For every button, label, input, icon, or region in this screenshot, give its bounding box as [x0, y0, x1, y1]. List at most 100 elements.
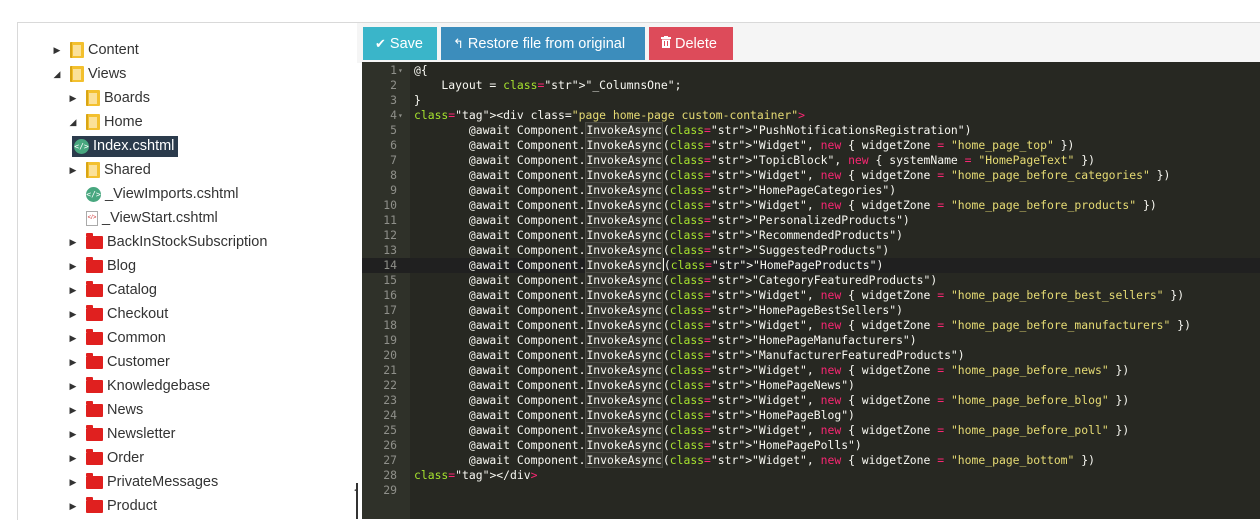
- tree-node--viewstart-cshtml[interactable]: ▶</>_ViewStart.cshtml: [68, 207, 218, 229]
- tree-node-content[interactable]: Views: [70, 66, 126, 82]
- code-line[interactable]: 15 @await Component.InvokeAsync(class="s…: [362, 272, 1260, 288]
- tree-node-content[interactable]: Blog: [86, 256, 136, 274]
- file-tree-panel: ▶ Content ◢ Views ▶ Boards ◢ Home </> Index.cshtm…: [17, 22, 358, 520]
- caret-right-icon[interactable]: ▶: [68, 255, 78, 277]
- save-button[interactable]: ✔ Save: [363, 27, 437, 60]
- code-line[interactable]: 25 @await Component.InvokeAsync(class="s…: [362, 422, 1260, 438]
- tree-node-content[interactable]: Catalog: [86, 280, 157, 298]
- tree-node-product[interactable]: ▶ Product: [68, 495, 157, 517]
- caret-right-icon[interactable]: ▶: [52, 39, 62, 61]
- tree-node-content[interactable]: PrivateMessages: [86, 472, 218, 490]
- caret-right-icon[interactable]: ▶: [68, 327, 78, 349]
- caret-right-icon[interactable]: ▶: [68, 471, 78, 493]
- tree-node-order[interactable]: ▶ Order: [68, 447, 144, 469]
- tree-node-shared[interactable]: ▶ Shared: [68, 159, 151, 181]
- tree-node-label: Checkout: [107, 306, 169, 322]
- tree-node-content[interactable]: </> _ViewStart.cshtml: [86, 210, 218, 226]
- line-number: 3: [390, 93, 397, 107]
- caret-right-icon[interactable]: ▶: [68, 279, 78, 301]
- code-line[interactable]: 5 @await Component.InvokeAsync(class="st…: [362, 122, 1260, 138]
- tree-node-content[interactable]: Checkout: [86, 304, 169, 322]
- tree-node-common[interactable]: ▶ Common: [68, 327, 166, 349]
- tree-node-content[interactable]: Order: [86, 448, 144, 466]
- tree-node-customer[interactable]: ▶ Customer: [68, 351, 170, 373]
- fold-arrow-icon[interactable]: ▾: [398, 63, 403, 78]
- tree-node-checkout[interactable]: ▶ Checkout: [68, 303, 168, 325]
- folder-icon: [70, 66, 84, 82]
- code-line[interactable]: 29: [362, 483, 1260, 498]
- code-text: @await Component.InvokeAsync(class="str"…: [414, 407, 855, 423]
- caret-right-icon[interactable]: ▶: [68, 375, 78, 397]
- code-line[interactable]: 19 @await Component.InvokeAsync(class="s…: [362, 332, 1260, 348]
- tree-node-content[interactable]: </> _ViewImports.cshtml: [86, 186, 239, 202]
- code-line[interactable]: 26 @await Component.InvokeAsync(class="s…: [362, 437, 1260, 453]
- code-line[interactable]: 16 @await Component.InvokeAsync(class="s…: [362, 287, 1260, 303]
- code-line[interactable]: 23 @await Component.InvokeAsync(class="s…: [362, 392, 1260, 408]
- caret-right-icon[interactable]: ▶: [68, 303, 78, 325]
- code-line[interactable]: 24 @await Component.InvokeAsync(class="s…: [362, 407, 1260, 423]
- selected-node[interactable]: </> Index.cshtml: [72, 135, 179, 157]
- code-line[interactable]: 21 @await Component.InvokeAsync(class="s…: [362, 362, 1260, 378]
- tree-node--viewimports-cshtml[interactable]: ▶</>_ViewImports.cshtml: [68, 183, 239, 205]
- tree-node-views[interactable]: ◢ Views: [52, 63, 126, 85]
- tree-node-content[interactable]: Content: [70, 42, 139, 58]
- caret-right-icon[interactable]: ▶: [68, 351, 78, 373]
- line-number: 25: [383, 423, 397, 437]
- code-line[interactable]: 4 ▾ class="tag"><div class="page home-page…: [362, 108, 1260, 123]
- code-line[interactable]: 3}: [362, 93, 1260, 108]
- code-line[interactable]: 18 @await Component.InvokeAsync(class="s…: [362, 317, 1260, 333]
- code-line[interactable]: 8 @await Component.InvokeAsync(class="st…: [362, 167, 1260, 183]
- caret-right-icon[interactable]: ▶: [68, 423, 78, 445]
- code-line[interactable]: 6 @await Component.InvokeAsync(class="st…: [362, 137, 1260, 153]
- code-line[interactable]: 13 @await Component.InvokeAsync(class="s…: [362, 242, 1260, 258]
- tree-node-boards[interactable]: ▶ Boards: [68, 87, 150, 109]
- tree-node-privatemessages[interactable]: ▶ PrivateMessages: [68, 471, 218, 493]
- caret-down-icon[interactable]: ◢: [68, 111, 78, 133]
- tree-node-content[interactable]: ▶ Content: [52, 39, 139, 61]
- tree-node-content[interactable]: Boards: [86, 90, 150, 106]
- tree-node-content[interactable]: Customer: [86, 352, 170, 370]
- code-line[interactable]: 11 @await Component.InvokeAsync(class="s…: [362, 212, 1260, 228]
- tree-node-content[interactable]: BackInStockSubscription: [86, 232, 267, 250]
- caret-right-icon[interactable]: ▶: [68, 495, 78, 517]
- code-editor[interactable]: 1 ▾ @{2 Layout = class="str">"_ColumnsOne"…: [362, 62, 1260, 519]
- code-text: @await Component.InvokeAsync(class="str"…: [414, 167, 1171, 183]
- code-line[interactable]: 27 @await Component.InvokeAsync(class="s…: [362, 452, 1260, 468]
- caret-right-icon[interactable]: ▶: [68, 159, 78, 181]
- tree-node-content[interactable]: Common: [86, 328, 166, 346]
- tree-node-index-cshtml[interactable]: </> Index.cshtml: [72, 135, 179, 157]
- tree-node-content[interactable]: Shared: [86, 162, 151, 178]
- code-line[interactable]: 10 @await Component.InvokeAsync(class="s…: [362, 197, 1260, 213]
- code-line[interactable]: 20 @await Component.InvokeAsync(class="s…: [362, 347, 1260, 363]
- tree-scrollbar[interactable]: [356, 483, 358, 519]
- caret-right-icon[interactable]: ▶: [68, 87, 78, 109]
- code-line[interactable]: 12 @await Component.InvokeAsync(class="s…: [362, 227, 1260, 243]
- caret-right-icon[interactable]: ▶: [68, 231, 78, 253]
- code-line[interactable]: 14 @await Component.InvokeAsync (class="s…: [362, 257, 1260, 273]
- tree-node-content[interactable]: Product: [86, 496, 157, 514]
- tree-node-catalog[interactable]: ▶ Catalog: [68, 279, 157, 301]
- caret-right-icon[interactable]: ▶: [68, 447, 78, 469]
- tree-node-content[interactable]: Knowledgebase: [86, 376, 210, 394]
- tree-node-home[interactable]: ◢ Home: [68, 111, 143, 133]
- tree-node-content[interactable]: Newsletter: [86, 424, 176, 442]
- tree-node-content[interactable]: Home: [86, 114, 143, 130]
- tree-node-blog[interactable]: ▶ Blog: [68, 255, 136, 277]
- code-line[interactable]: 9 @await Component.InvokeAsync(class="st…: [362, 182, 1260, 198]
- fold-arrow-icon[interactable]: ▾: [398, 108, 403, 123]
- code-line[interactable]: 2 Layout = class="str">"_ColumnsOne";: [362, 78, 1260, 93]
- tree-node-knowledgebase[interactable]: ▶ Knowledgebase: [68, 375, 210, 397]
- restore-file-button[interactable]: ↰ Restore file from original: [441, 27, 645, 60]
- tree-node-newsletter[interactable]: ▶ Newsletter: [68, 423, 176, 445]
- code-line[interactable]: 17 @await Component.InvokeAsync(class="s…: [362, 302, 1260, 318]
- code-line[interactable]: 7 @await Component.InvokeAsync(class="st…: [362, 152, 1260, 168]
- caret-right-icon[interactable]: ▶: [68, 399, 78, 421]
- code-line[interactable]: 1 ▾ @{: [362, 63, 1260, 78]
- code-line[interactable]: 22 @await Component.InvokeAsync(class="s…: [362, 377, 1260, 393]
- code-line[interactable]: 28 class="tag"></div>: [362, 468, 1260, 483]
- tree-node-backinstocksubscription[interactable]: ▶ BackInStockSubscription: [68, 231, 267, 253]
- delete-button[interactable]: Delete: [649, 27, 733, 60]
- tree-node-content[interactable]: News: [86, 400, 143, 418]
- caret-down-icon[interactable]: ◢: [52, 63, 62, 85]
- tree-node-news[interactable]: ▶ News: [68, 399, 143, 421]
